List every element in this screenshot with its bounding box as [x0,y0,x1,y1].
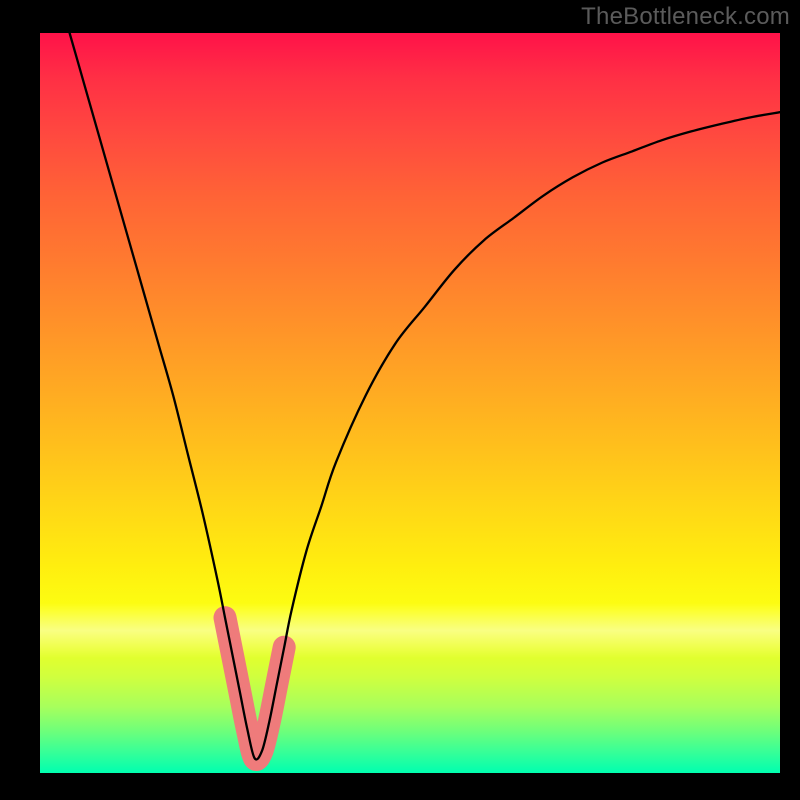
chart-frame: TheBottleneck.com [0,0,800,800]
curve-layer [40,33,780,773]
plot-area [40,33,780,773]
main-curve-path [70,33,780,759]
watermark-text: TheBottleneck.com [581,3,790,31]
